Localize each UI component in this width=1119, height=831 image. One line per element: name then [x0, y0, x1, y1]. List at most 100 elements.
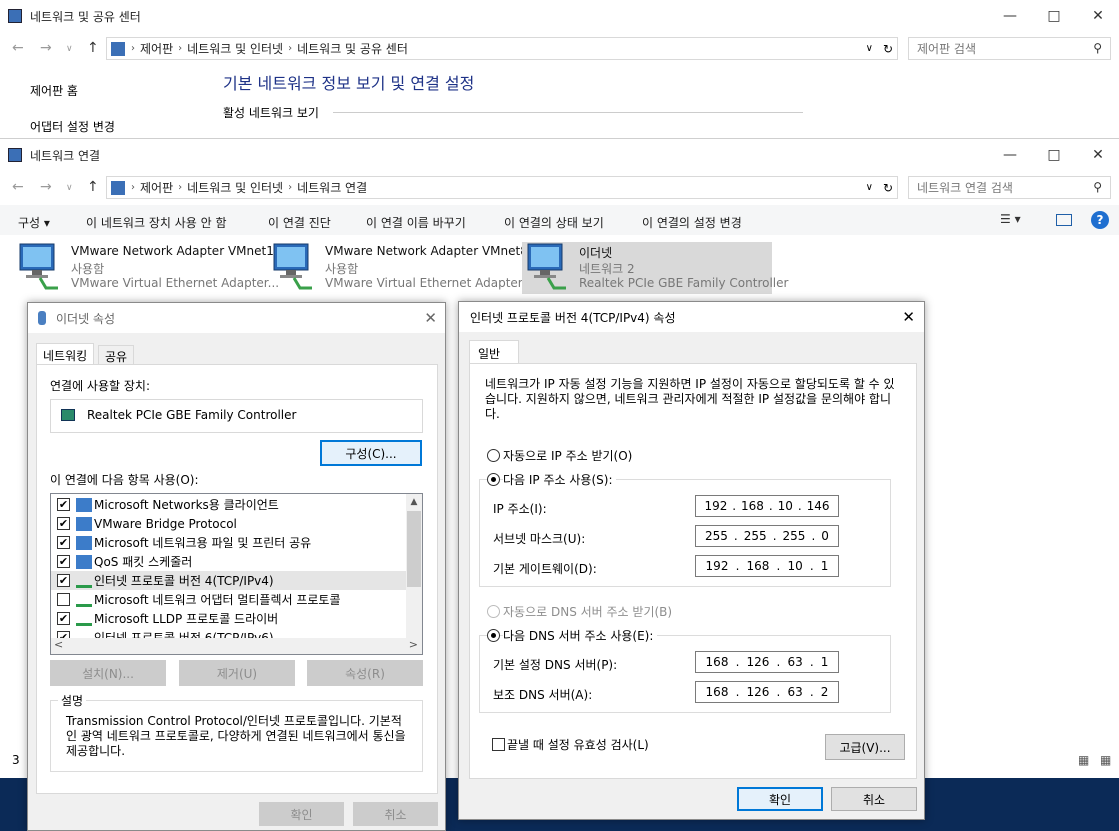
- minimize-button[interactable]: —: [987, 139, 1033, 171]
- list-item[interactable]: ✔ VMware Bridge Protocol: [51, 514, 406, 533]
- adapter-ethernet[interactable]: 이더넷 네트워크 2 Realtek PCIe GBE Family Contr…: [522, 242, 788, 294]
- maximize-button[interactable]: □: [1031, 139, 1077, 171]
- chevron-down-icon[interactable]: ∨: [866, 182, 873, 193]
- organize-menu[interactable]: 구성 ▾: [18, 214, 50, 231]
- scrollbar-vertical[interactable]: ▲: [406, 494, 422, 638]
- manual-dns-radio[interactable]: [487, 629, 500, 642]
- item-checkbox[interactable]: ✔: [57, 612, 70, 625]
- breadcrumb-control-panel[interactable]: 제어판: [140, 179, 173, 196]
- tiles-view-icon[interactable]: ▦: [1100, 753, 1111, 767]
- search-input[interactable]: 제어판 검색 ⚲: [908, 37, 1111, 60]
- list-item[interactable]: Microsoft 네트워크 어댑터 멀티플렉서 프로토콜: [51, 590, 406, 609]
- cancel-button[interactable]: 취소: [353, 802, 438, 826]
- recent-dropdown-icon[interactable]: ∨: [66, 183, 73, 193]
- close-button[interactable]: ✕: [1075, 139, 1119, 171]
- close-icon[interactable]: ✕: [902, 308, 915, 326]
- adapter-name: VMware Network Adapter VMnet1: [71, 244, 274, 258]
- item-checkbox[interactable]: [57, 593, 70, 606]
- ip-address-field[interactable]: 192. 168. 10. 146: [695, 495, 839, 517]
- search-input[interactable]: 네트워크 연결 검색 ⚲: [908, 176, 1111, 199]
- preview-pane-icon[interactable]: [1056, 214, 1072, 226]
- maximize-button[interactable]: □: [1031, 0, 1077, 32]
- client-icon: [76, 554, 92, 569]
- up-arrow-icon[interactable]: ↑: [87, 40, 99, 56]
- breadcrumb-network-internet[interactable]: 네트워크 및 인터넷: [187, 179, 283, 196]
- disable-device-button[interactable]: 이 네트워크 장치 사용 안 함: [86, 214, 227, 231]
- item-checkbox[interactable]: ✔: [57, 574, 70, 587]
- item-label: 인터넷 프로토콜 버전 4(TCP/IPv4): [94, 574, 274, 588]
- address-bar[interactable]: › 제어판 › 네트워크 및 인터넷 › 네트워크 연결 ∨ ↻: [106, 176, 898, 199]
- scrollbar-thumb[interactable]: [407, 511, 421, 587]
- list-item[interactable]: ✔ Microsoft LLDP 프로토콜 드라이버: [51, 609, 406, 628]
- list-item[interactable]: ✔ Microsoft 네트워크용 파일 및 프린터 공유: [51, 533, 406, 552]
- manual-ip-label[interactable]: 다음 IP 주소 사용(S):: [503, 471, 617, 488]
- back-arrow-icon[interactable]: ←: [12, 179, 24, 195]
- manual-ip-radio[interactable]: [487, 473, 500, 486]
- ok-button[interactable]: 확인: [259, 802, 344, 826]
- address-bar[interactable]: › 제어판 › 네트워크 및 인터넷 › 네트워크 및 공유 센터 ∨ ↻: [106, 37, 898, 60]
- ok-button[interactable]: 확인: [737, 787, 823, 811]
- properties-button[interactable]: 속성(R): [307, 660, 423, 686]
- item-checkbox[interactable]: ✔: [57, 517, 70, 530]
- preferred-dns-field[interactable]: 168. 126. 63. 1: [695, 651, 839, 673]
- item-checkbox[interactable]: ✔: [57, 555, 70, 568]
- tab-networking[interactable]: 네트워킹: [36, 343, 95, 365]
- close-icon[interactable]: ✕: [424, 309, 437, 327]
- configure-button[interactable]: 구성(C)...: [320, 440, 422, 466]
- help-icon[interactable]: ?: [1091, 211, 1109, 229]
- forward-arrow-icon[interactable]: →: [40, 179, 52, 195]
- sidebar-link-home[interactable]: 제어판 홈: [30, 82, 78, 99]
- tab-general[interactable]: 일반: [469, 340, 519, 364]
- cancel-button[interactable]: 취소: [831, 787, 917, 811]
- up-arrow-icon[interactable]: ↑: [87, 179, 99, 195]
- minimize-button[interactable]: —: [987, 0, 1033, 32]
- uninstall-button[interactable]: 제거(U): [179, 660, 295, 686]
- subnet-mask-field[interactable]: 255. 255. 255. 0: [695, 525, 839, 547]
- diagnose-button[interactable]: 이 연결 진단: [268, 214, 331, 231]
- breadcrumb-network-internet[interactable]: 네트워크 및 인터넷: [187, 40, 283, 57]
- view-options-icon[interactable]: ☰ ▾: [1000, 212, 1021, 226]
- rename-button[interactable]: 이 연결 이름 바꾸기: [366, 214, 466, 231]
- item-checkbox[interactable]: ✔: [57, 536, 70, 549]
- validate-label[interactable]: 끝낼 때 설정 유효성 검사(L): [507, 736, 649, 753]
- breadcrumb-control-panel[interactable]: 제어판: [140, 40, 173, 57]
- chevron-down-icon[interactable]: ∨: [866, 43, 873, 54]
- dialog-title: 인터넷 프로토콜 버전 4(TCP/IPv4) 속성: [470, 310, 676, 325]
- advanced-button[interactable]: 고급(V)...: [825, 734, 905, 760]
- alternate-dns-field[interactable]: 168. 126. 63. 2: [695, 681, 839, 703]
- item-label: Microsoft 네트워크 어댑터 멀티플렉서 프로토콜: [94, 593, 341, 607]
- scrollbar-horizontal[interactable]: < >: [51, 638, 422, 654]
- connect-using-label: 연결에 사용할 장치:: [50, 379, 150, 393]
- auto-dns-label[interactable]: 자동으로 DNS 서버 주소 받기(B): [503, 603, 672, 620]
- auto-ip-radio[interactable]: [487, 449, 500, 462]
- details-view-icon[interactable]: ▦: [1078, 753, 1089, 767]
- auto-ip-label[interactable]: 자동으로 IP 주소 받기(O): [503, 447, 632, 464]
- change-settings-button[interactable]: 이 연결의 설정 변경: [642, 214, 742, 231]
- adapter-vmnet1[interactable]: VMware Network Adapter VMnet1 사용함 VMware…: [18, 242, 279, 294]
- breadcrumb-sharing-center[interactable]: 네트워크 및 공유 센터: [297, 40, 408, 57]
- refresh-icon[interactable]: ↻: [883, 181, 893, 195]
- octet: 1: [820, 559, 829, 573]
- recent-dropdown-icon[interactable]: ∨: [66, 44, 73, 54]
- validate-checkbox[interactable]: [492, 738, 505, 751]
- sharing-center-window: 네트워크 및 공유 센터 — □ ✕ ← → ∨ ↑ › 제어판 › 네트워크 …: [0, 0, 1119, 140]
- list-item[interactable]: ✔ 인터넷 프로토콜 버전 4(TCP/IPv4): [51, 571, 406, 590]
- gateway-field[interactable]: 192. 168. 10. 1: [695, 555, 839, 577]
- manual-dns-label[interactable]: 다음 DNS 서버 주소 사용(E):: [503, 627, 658, 644]
- octet: 63: [787, 685, 803, 699]
- back-arrow-icon[interactable]: ←: [12, 40, 24, 56]
- breadcrumb-connections[interactable]: 네트워크 연결: [297, 179, 367, 196]
- view-status-button[interactable]: 이 연결의 상태 보기: [504, 214, 604, 231]
- close-button[interactable]: ✕: [1075, 0, 1119, 32]
- list-item[interactable]: ✔ Microsoft Networks용 클라이언트: [51, 495, 406, 514]
- dialog-titlebar: 인터넷 프로토콜 버전 4(TCP/IPv4) 속성 ✕: [459, 302, 924, 332]
- adapter-vmnet8[interactable]: VMware Network Adapter VMnet8 사용함 VMware…: [272, 242, 533, 294]
- item-checkbox[interactable]: ✔: [57, 498, 70, 511]
- refresh-icon[interactable]: ↻: [883, 42, 893, 56]
- forward-arrow-icon[interactable]: →: [40, 40, 52, 56]
- list-item[interactable]: ✔ QoS 패킷 스케줄러: [51, 552, 406, 571]
- sidebar-link-adapter[interactable]: 어댑터 설정 변경: [30, 118, 115, 135]
- tab-sharing[interactable]: 공유: [98, 345, 135, 365]
- auto-dns-radio[interactable]: [487, 605, 500, 618]
- install-button[interactable]: 설치(N)...: [50, 660, 166, 686]
